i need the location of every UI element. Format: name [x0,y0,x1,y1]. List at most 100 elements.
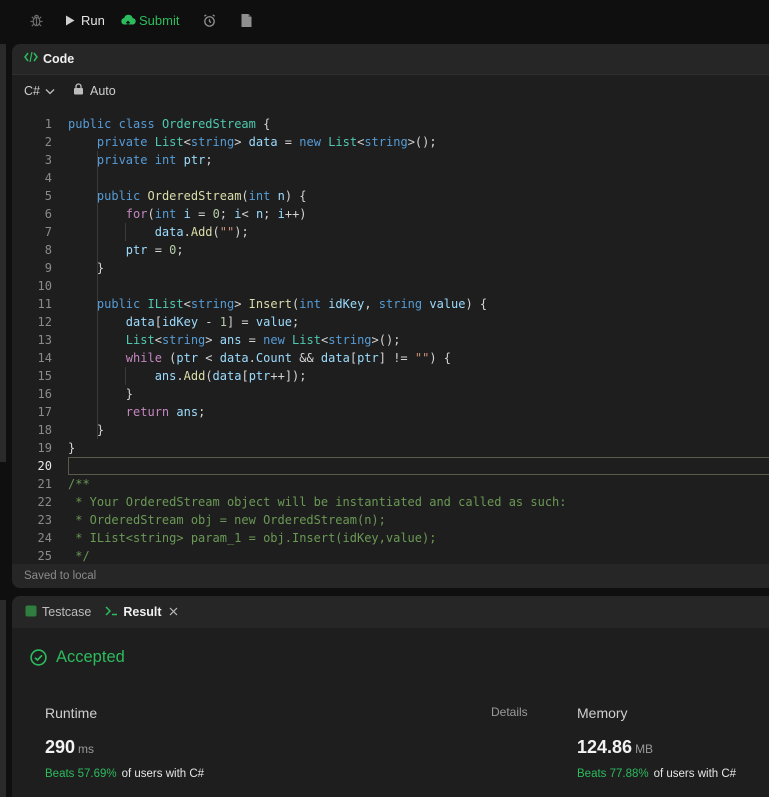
code-token: * Your OrderedStream object will be inst… [68,495,567,509]
tab-testcase[interactable]: Testcase [25,605,91,620]
code-line[interactable]: 11 public IList<string> Insert(int idKey… [12,295,769,313]
notes-button[interactable] [238,6,254,34]
code-token: data [320,351,350,365]
top-toolbar: Run Submit [0,0,769,40]
auto-mode-label: Auto [89,83,116,98]
line-number: 16 [37,387,52,401]
code-line[interactable]: 21 /** [12,475,769,493]
line-number: 4 [44,171,52,185]
verdict: Accepted [30,648,125,667]
runtime-value[interactable]: 290 ms [45,737,94,758]
code-line[interactable]: 6 for(int i = 0; i< n; i++) [12,205,769,223]
code-panel-title: Code [43,52,75,66]
code-token: string [190,297,235,311]
code-line[interactable]: 5 public OrderedStream(int n) { [12,187,769,205]
code-line[interactable]: 8 ptr = 0; [12,241,769,259]
tab-result[interactable]: Result [105,605,177,619]
code-token: ptr [125,243,148,257]
line-number: 25 [37,549,52,563]
code-line[interactable]: 10 [12,277,769,295]
code-line[interactable]: 24 * IList<string> param_1 = obj.Insert(… [12,529,769,547]
code-icon [24,50,38,68]
code-line[interactable]: 13 List<string> ans = new List<string>()… [12,331,769,349]
code-line[interactable]: 9 } [12,259,769,277]
editor-options-bar: C# Auto [12,75,769,106]
code-token: } [68,441,76,455]
note-icon [238,12,254,28]
debug-button[interactable] [28,6,44,34]
code-token: ; [292,315,300,329]
runtime-beats-percent: Beats 57.69% [45,768,117,780]
code-token: int [248,189,271,203]
line-code: public class OrderedStream { [68,115,270,133]
code-token: >(); [371,333,401,347]
line-code: data[idKey - 1] = value; [68,313,299,331]
code-line[interactable]: 4 [12,169,769,187]
code-line[interactable]: 17 return ans; [12,403,769,421]
close-icon[interactable] [169,605,178,619]
line-number: 14 [37,351,52,365]
code-token: data [212,369,242,383]
code-token: > [205,333,220,347]
details-link[interactable]: Details [491,705,528,719]
code-token: = [277,135,300,149]
bug-icon [28,12,44,28]
code-line[interactable]: 2 private List<string> data = new List<s… [12,133,769,151]
code-line[interactable]: 12 data[idKey - 1] = value; [12,313,769,331]
code-token: /** [68,477,90,491]
code-token: = [190,207,213,221]
code-token: idKey [328,297,365,311]
line-code: ans.Add(data[ptr++]); [68,367,307,385]
code-line[interactable]: 3 private int ptr; [12,151,769,169]
code-token: . [248,351,256,365]
line-code: } [68,439,75,457]
runtime-label: Runtime [45,705,98,721]
code-line[interactable]: 22 * Your OrderedStream object will be i… [12,493,769,511]
code-token: ptr [176,351,199,365]
code-token: ans [154,369,177,383]
code-token: data [125,315,155,329]
line-code: * Your OrderedStream object will be inst… [68,493,567,511]
code-editor[interactable]: 1 public class OrderedStream {2 private L… [12,114,769,588]
code-token: 1 [219,315,227,329]
code-line[interactable]: 14 while (ptr < data.Count && data[ptr] … [12,349,769,367]
code-token: { [255,117,271,131]
code-token: string [190,135,235,149]
code-token: > [234,135,249,149]
indent-guide [97,313,98,421]
tab-testcase-label: Testcase [42,605,92,619]
line-number: 6 [44,207,52,221]
layout-gutter-top [0,44,6,462]
code-line[interactable]: 1 public class OrderedStream { [12,115,769,133]
memory-value[interactable]: 124.86 MB [577,737,653,758]
code-line[interactable]: 19} [12,439,769,457]
language-selector[interactable]: C# [24,84,55,98]
line-code: ptr = 0; [68,241,184,259]
line-number: 19 [37,441,52,455]
save-status: Saved to local [12,564,769,588]
run-button[interactable]: Run [62,6,105,34]
code-line[interactable]: 25 */ [12,547,769,565]
auto-mode-toggle[interactable]: Auto [73,83,116,98]
code-token: ( [241,189,249,203]
code-line[interactable]: 18 } [12,421,769,439]
line-code: } [68,385,133,403]
runtime-beats-suffix: of users with C# [121,768,205,780]
submit-button[interactable]: Submit [120,6,179,34]
code-token: ptr [248,369,271,383]
code-token: < [241,207,256,221]
code-line[interactable]: 20 [12,457,769,475]
code-token: ++) [284,207,307,221]
code-line[interactable]: 23 * OrderedStream obj = new OrderedStre… [12,511,769,529]
code-token: data [219,351,249,365]
code-token: value [255,315,293,329]
timer-button[interactable] [201,6,217,34]
code-token: Add [183,369,206,383]
code-line[interactable]: 16 } [12,385,769,403]
